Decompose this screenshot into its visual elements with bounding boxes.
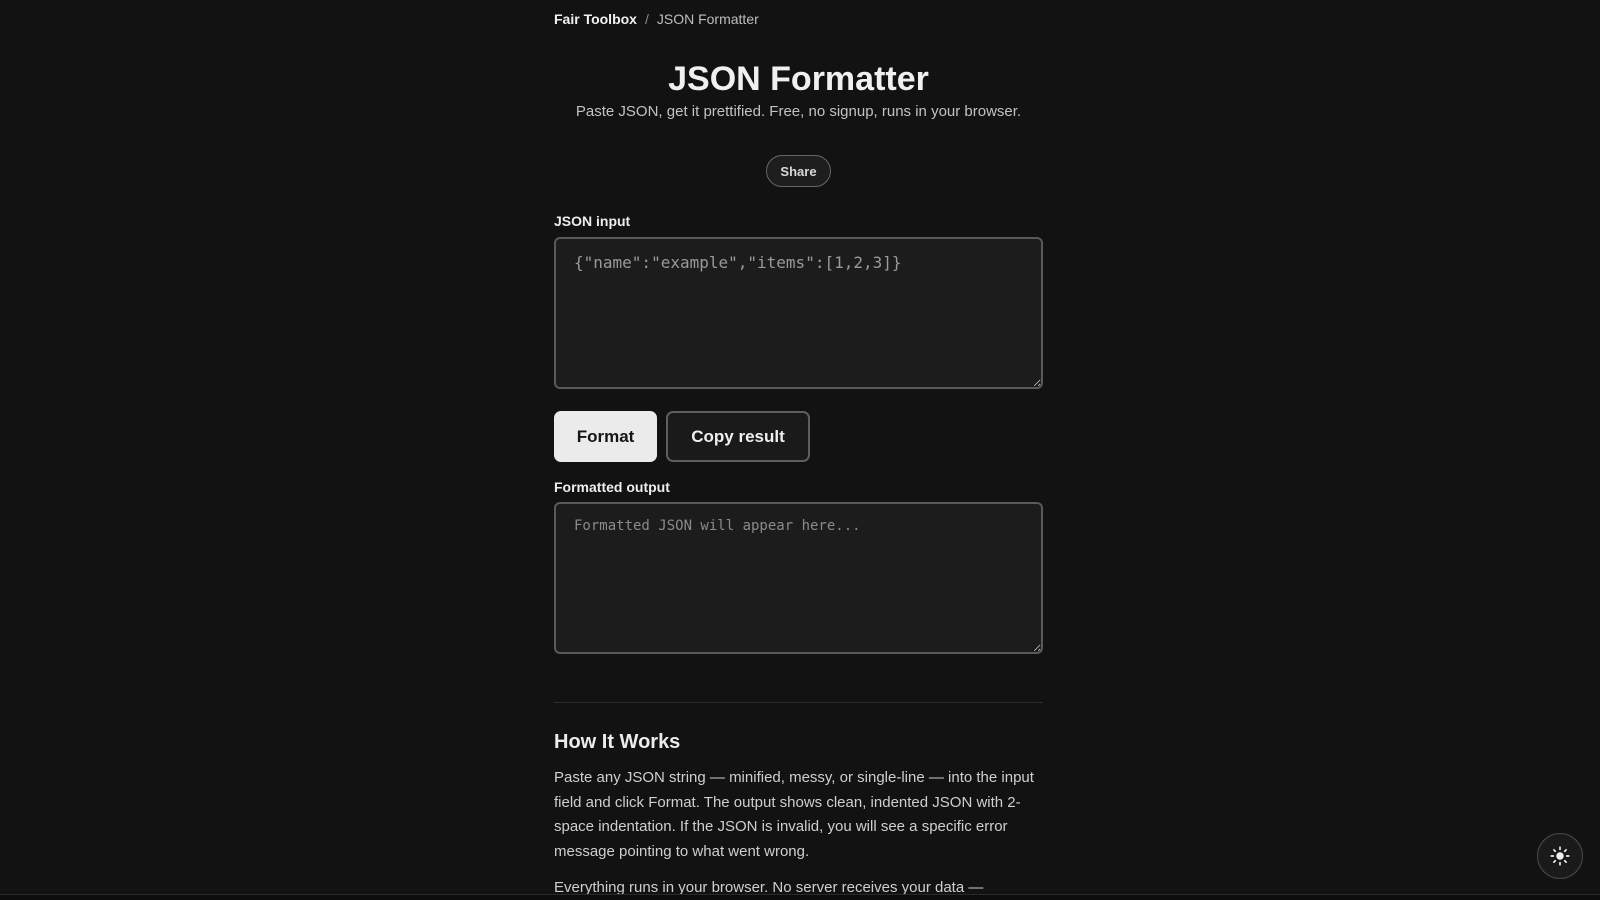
- how-it-works-paragraph-1: Paste any JSON string — minified, messy,…: [554, 769, 1034, 860]
- page-subtitle: Paste JSON, get it prettified. Free, no …: [575, 103, 1022, 120]
- breadcrumb-current: JSON Formatter: [656, 11, 759, 27]
- theme-toggle-button[interactable]: [1537, 833, 1583, 879]
- section-divider: [554, 702, 1043, 703]
- formatted-output-textarea[interactable]: [554, 502, 1043, 654]
- breadcrumb: Fair Toolbox / JSON Formatter: [554, 9, 759, 29]
- share-button[interactable]: Share: [766, 155, 831, 187]
- json-input-label: JSON input: [554, 213, 631, 229]
- json-input-textarea[interactable]: [554, 237, 1043, 389]
- how-it-works-heading: How It Works: [554, 731, 681, 753]
- page: Fair Toolbox / JSON Formatter JSON Formatt…: [0, 0, 1600, 900]
- copy-result-button[interactable]: Copy result: [666, 411, 810, 462]
- page-title: JSON Formatter: [668, 60, 929, 98]
- format-button[interactable]: Format: [554, 411, 657, 462]
- bottom-bar: [0, 894, 1600, 900]
- formatted-output-label: Formatted output: [554, 479, 670, 495]
- breadcrumb-separator: /: [644, 11, 649, 27]
- sun-icon: [1550, 846, 1570, 866]
- breadcrumb-home-link[interactable]: Fair Toolbox: [554, 11, 637, 27]
